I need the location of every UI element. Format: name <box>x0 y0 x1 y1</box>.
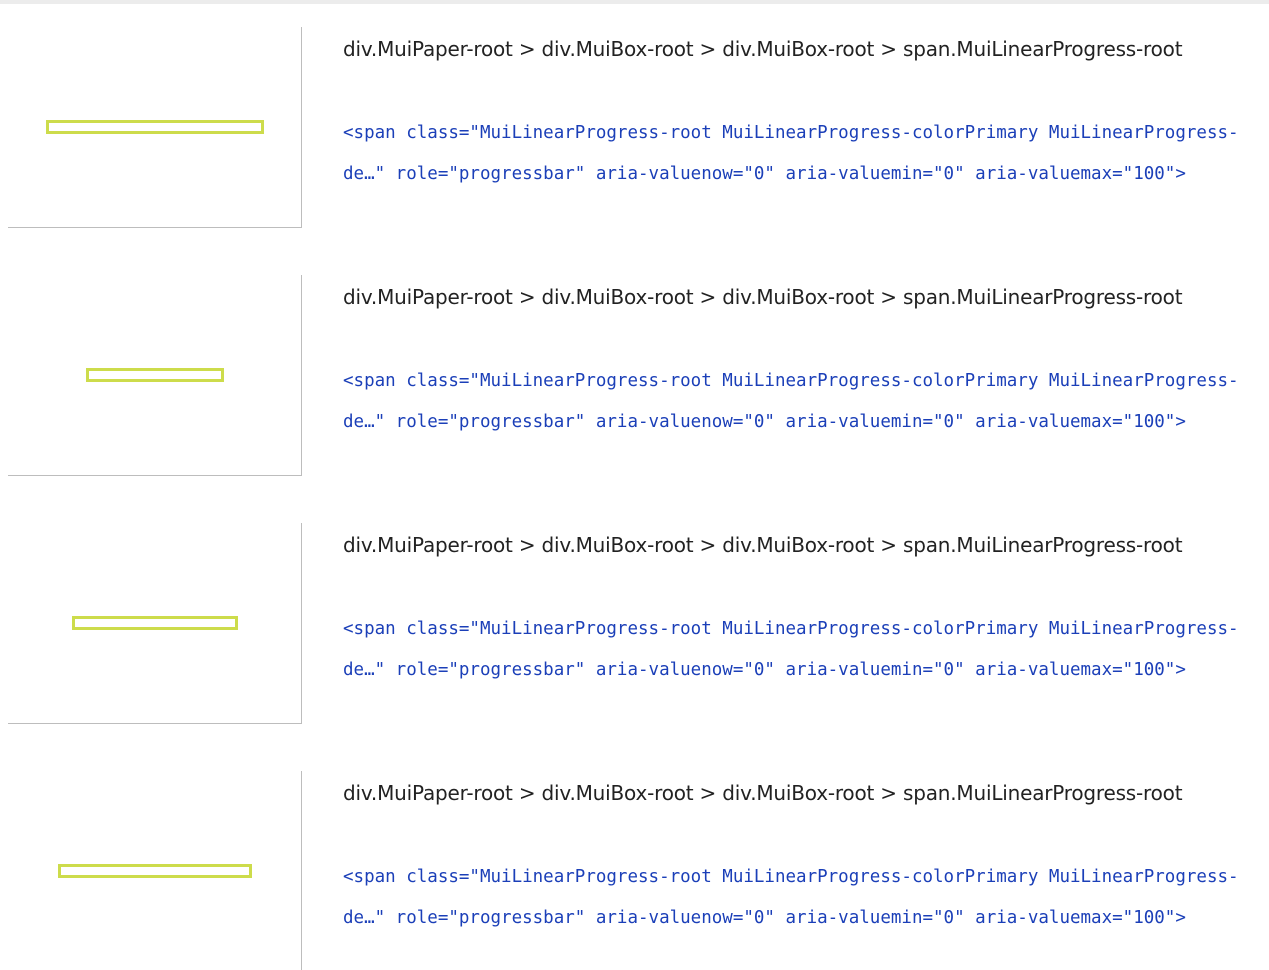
node-html-snippet: <span class="MuiLinearProgress-root MuiL… <box>343 867 1239 928</box>
progress-bar-highlight <box>72 616 238 630</box>
element-screenshot-thumbnail <box>8 275 302 476</box>
element-screenshot-thumbnail <box>8 523 302 724</box>
node-html-snippet: <span class="MuiLinearProgress-root MuiL… <box>343 371 1239 432</box>
node-selector-path: div.MuiPaper-root > div.MuiBox-root > di… <box>343 285 1183 309</box>
node-html-snippet: <span class="MuiLinearProgress-root MuiL… <box>343 123 1239 184</box>
node-html-snippet: <span class="MuiLinearProgress-root MuiL… <box>343 619 1239 680</box>
top-divider <box>0 0 1269 4</box>
node-selector-path: div.MuiPaper-root > div.MuiBox-root > di… <box>343 533 1183 557</box>
node-selector-path: div.MuiPaper-root > div.MuiBox-root > di… <box>343 781 1183 805</box>
progress-bar-highlight <box>46 120 264 134</box>
node-selector-path: div.MuiPaper-root > div.MuiBox-root > di… <box>343 37 1183 61</box>
progress-bar-highlight <box>58 864 252 878</box>
progress-bar-highlight <box>86 368 224 382</box>
element-screenshot-thumbnail <box>8 27 302 228</box>
element-screenshot-thumbnail <box>8 771 302 970</box>
